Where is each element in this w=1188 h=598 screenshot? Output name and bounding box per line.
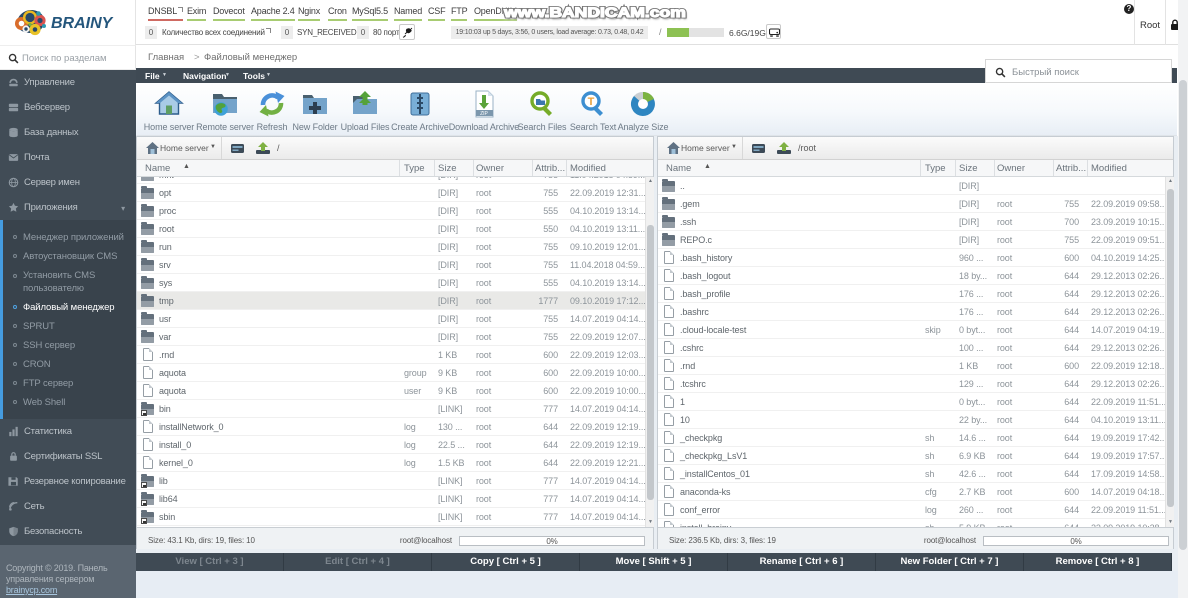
svg-text:ZIP: ZIP: [480, 111, 488, 117]
